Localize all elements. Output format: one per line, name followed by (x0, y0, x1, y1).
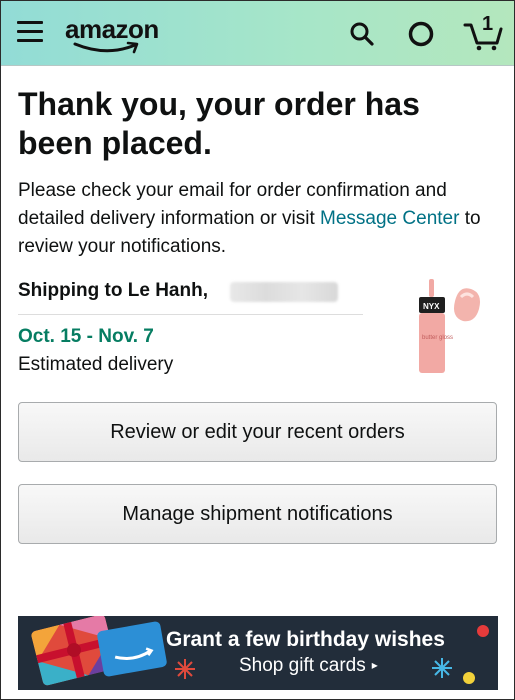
chevron-right-icon: ▸ (371, 658, 378, 672)
sparkle-red-icon (175, 659, 195, 679)
confirmation-info-text: Please check your email for order confir… (18, 177, 503, 261)
top-nav-bar: amazon 1 (1, 1, 514, 66)
gift-card-banner[interactable]: Grant a few birthday wishes Shop gift ca… (18, 616, 498, 690)
banner-title: Grant a few birthday wishes (166, 628, 445, 651)
manage-notifications-button[interactable]: Manage shipment notifications (18, 484, 497, 544)
shipping-label: Shipping to Le Hanh, (18, 280, 208, 301)
logo-text: amazon (65, 14, 159, 44)
product-brand-mark: NYX (423, 302, 440, 311)
delivery-caption: Estimated delivery (18, 354, 174, 375)
app-frame: amazon 1 Thank you, your order has been … (0, 0, 515, 700)
amazon-logo[interactable]: amazon (65, 15, 159, 55)
menu-icon[interactable] (17, 21, 43, 43)
smile-arrow-icon (73, 41, 139, 54)
redacted-address (230, 282, 338, 302)
sparkle-blue-icon (432, 658, 452, 678)
message-center-link[interactable]: Message Center (320, 208, 459, 229)
cart-icon[interactable]: 1 (463, 13, 503, 51)
amazon-gift-card-icon (96, 620, 168, 678)
review-orders-button[interactable]: Review or edit your recent orders (18, 402, 497, 462)
search-icon[interactable] (349, 21, 375, 52)
dot-yellow-icon (463, 672, 475, 684)
alexa-icon[interactable] (407, 20, 435, 53)
product-label-text: butter gloss (422, 335, 453, 341)
order-confirmation-title: Thank you, your order has been placed. (18, 86, 420, 161)
product-thumbnail[interactable]: NYX butter gloss (409, 275, 489, 379)
shop-gift-cards-link[interactable]: Shop gift cards ▸ (239, 655, 378, 677)
shipping-address-row: Shipping to Le Hanh, (18, 278, 363, 315)
dot-red-icon (477, 625, 489, 637)
banner-cta-text: Shop gift cards (239, 655, 366, 676)
delivery-date: Oct. 15 - Nov. 7 (18, 326, 154, 347)
